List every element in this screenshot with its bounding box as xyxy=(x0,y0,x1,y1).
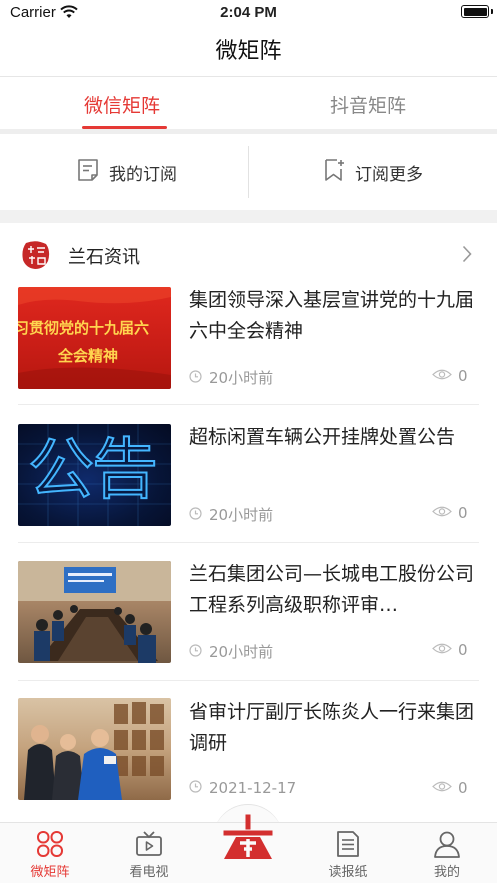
news-time-label: 2021-12-17 xyxy=(209,779,297,797)
clock-icon xyxy=(189,369,202,387)
news-views-count: 0 xyxy=(458,504,468,522)
status-bar: Carrier 2:04 PM xyxy=(0,0,497,26)
eye-icon xyxy=(432,504,452,522)
subscription-divider xyxy=(248,146,249,198)
tab-bar: 微信矩阵 抖音矩阵 xyxy=(0,77,497,131)
eye-icon xyxy=(432,779,452,797)
news-divider xyxy=(18,542,479,543)
section-gap xyxy=(0,210,497,223)
section-title: 兰石资讯 xyxy=(68,247,140,268)
document-list-icon xyxy=(77,158,99,187)
tab-wechat-matrix[interactable]: 微信矩阵 xyxy=(84,91,160,118)
news-views-count: 0 xyxy=(458,641,468,659)
page-title: 微矩阵 xyxy=(215,39,282,64)
user-icon xyxy=(417,829,477,859)
brand-logo-icon xyxy=(218,813,278,863)
battery-icon xyxy=(461,5,489,18)
tv-icon xyxy=(119,829,179,859)
tabbar-label: 读报纸 xyxy=(328,865,368,880)
news-item[interactable]: 习贯彻党的十九届六 全会精神 集团领导深入基层宣讲党的十九届六中全会精神 20小… xyxy=(0,285,497,422)
news-time-label: 20小时前 xyxy=(209,643,274,661)
eye-icon xyxy=(432,641,452,659)
section-header-lanshi[interactable]: 兰石资讯 xyxy=(0,223,497,285)
news-divider xyxy=(18,404,479,405)
news-views-count: 0 xyxy=(458,779,468,797)
tab-douyin-matrix[interactable]: 抖音矩阵 xyxy=(330,91,406,118)
grid-icon xyxy=(20,829,80,859)
my-subscriptions-button[interactable]: 我的订阅 xyxy=(77,134,177,210)
news-divider xyxy=(18,680,479,681)
battery-cap xyxy=(490,9,493,14)
bookmark-add-icon xyxy=(323,158,345,187)
news-time: 20小时前 xyxy=(189,641,273,662)
tabbar-item-matrix[interactable]: 微矩阵 xyxy=(20,829,80,880)
news-views: 0 xyxy=(432,641,468,659)
tabbar-label: 我的 xyxy=(433,865,460,880)
my-subscriptions-label: 我的订阅 xyxy=(109,164,177,185)
subscribe-more-button[interactable]: 订阅更多 xyxy=(323,134,423,210)
news-item[interactable]: 公告 超标闲置车辆公开挂牌处置公告 20小时前 0 xyxy=(0,422,497,559)
newspaper-icon xyxy=(318,829,378,859)
tabbar-item-newspaper[interactable]: 读报纸 xyxy=(318,829,378,880)
subscription-row: 我的订阅 订阅更多 xyxy=(0,134,497,210)
news-thumbnail xyxy=(18,561,171,663)
thumbnail-caption: 习贯彻党的十九届六 xyxy=(18,319,150,337)
news-time: 20小时前 xyxy=(189,504,273,525)
tabbar-item-profile[interactable]: 我的 xyxy=(417,829,477,880)
news-views: 0 xyxy=(432,367,468,385)
news-views-count: 0 xyxy=(458,367,468,385)
chevron-right-icon xyxy=(462,245,472,267)
thumbnail-caption: 公告 xyxy=(27,430,159,509)
tabbar-label: 微矩阵 xyxy=(30,865,70,880)
news-thumbnail: 习贯彻党的十九届六 全会精神 xyxy=(18,287,171,389)
bottom-tab-bar: 微矩阵 看电视 读报纸 我的 xyxy=(0,814,497,883)
news-title: 超标闲置车辆公开挂牌处置公告 xyxy=(189,426,456,448)
news-views: 0 xyxy=(432,504,468,522)
clock-icon xyxy=(189,643,202,661)
clock-icon xyxy=(189,779,202,797)
tabbar-label: 看电视 xyxy=(129,865,169,880)
clock-icon xyxy=(189,506,202,524)
news-time-label: 20小时前 xyxy=(209,369,274,387)
lanshi-logo-icon xyxy=(18,237,54,273)
news-time: 20小时前 xyxy=(189,367,273,388)
news-time: 2021-12-17 xyxy=(189,779,296,797)
tabbar-item-tv[interactable]: 看电视 xyxy=(119,829,179,880)
news-title: 集团领导深入基层宣讲党的十九届六中全会精神 xyxy=(189,289,475,342)
news-item[interactable]: 兰石集团公司—长城电工股份公司工程系列高级职称评审… 20小时前 0 xyxy=(0,559,497,696)
news-thumbnail xyxy=(18,698,171,800)
thumbnail-caption: 全会精神 xyxy=(58,347,119,365)
eye-icon xyxy=(432,367,452,385)
tabbar-item-home-logo[interactable] xyxy=(218,813,278,865)
news-title: 省审计厅副厅长陈炎人一行来集团调研 xyxy=(189,701,475,754)
news-time-label: 20小时前 xyxy=(209,506,274,524)
news-views: 0 xyxy=(432,779,468,797)
subscribe-more-label: 订阅更多 xyxy=(355,164,423,185)
news-thumbnail: 公告 xyxy=(18,424,171,526)
news-title: 兰石集团公司—长城电工股份公司工程系列高级职称评审… xyxy=(189,563,475,616)
clock-time: 2:04 PM xyxy=(220,4,277,21)
